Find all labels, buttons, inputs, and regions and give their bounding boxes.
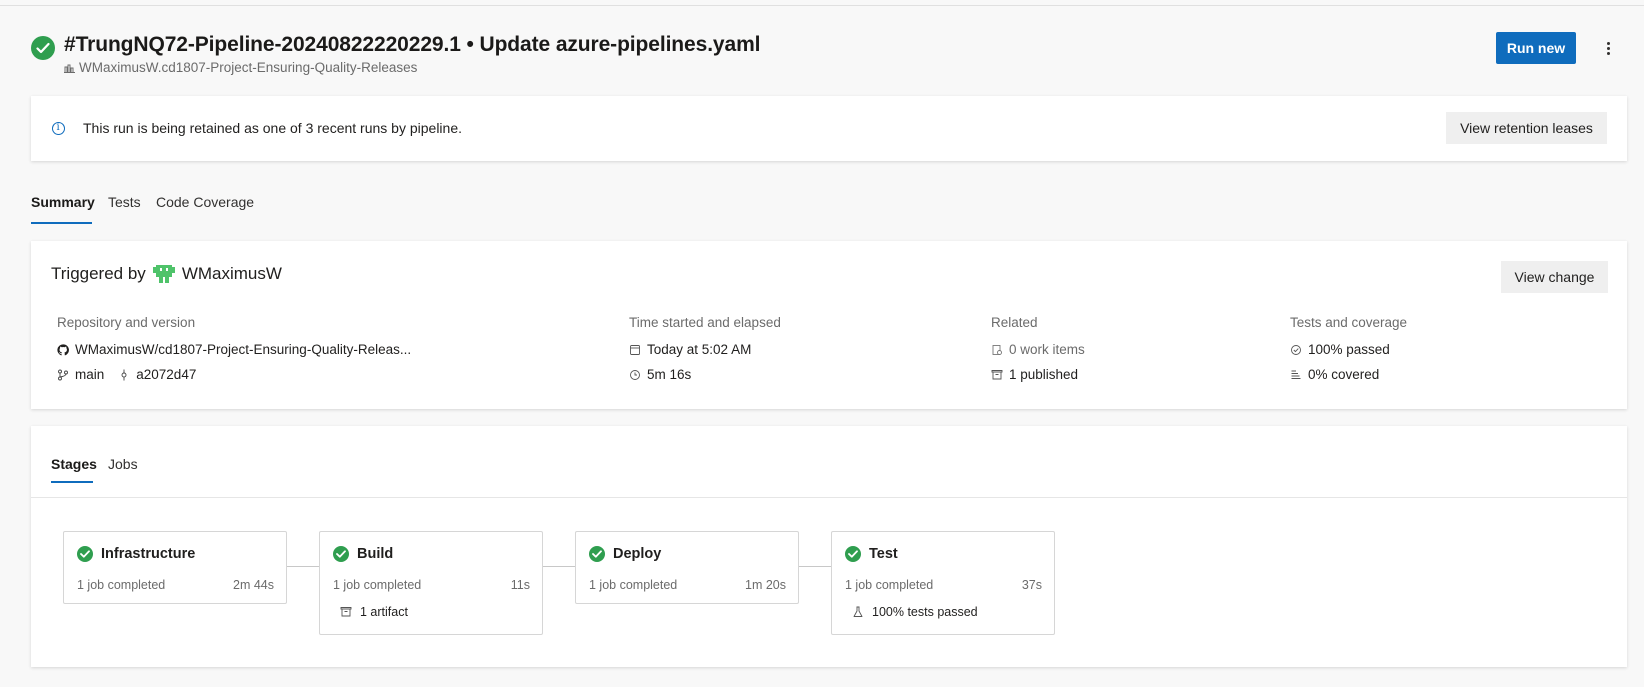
stage-artifacts[interactable]: 1 artifact [340,605,408,619]
stage-name: Build [357,546,394,562]
stages-card: Stages Jobs Infrastructure 1 job complet… [31,426,1627,667]
elapsed-row: 5m 16s [629,362,781,387]
coverage-icon [1291,370,1301,379]
trigger-user[interactable]: WMaximusW [182,264,282,284]
tests-column: Tests and coverage 100% passed 0% covere… [1290,315,1407,387]
tab-summary[interactable]: Summary [31,194,95,210]
repository-link[interactable]: WMaximusW/cd1807-Project-Ensuring-Qualit… [57,337,411,362]
tab-stages[interactable]: Stages [51,456,97,472]
elapsed-time: 5m 16s [647,367,692,382]
commit-icon [121,369,127,380]
stage-infrastructure[interactable]: Infrastructure 1 job completed 2m 44s [63,531,287,604]
top-divider [0,0,1644,6]
work-items: 0 work items [1009,342,1085,357]
info-icon [52,122,65,135]
tab-code-coverage[interactable]: Code Coverage [156,194,254,210]
tests-heading: Tests and coverage [1290,315,1408,330]
commit-id[interactable]: a2072d47 [136,367,196,382]
stage-name: Test [869,546,898,562]
calendar-icon [630,344,640,355]
success-check-icon [77,546,93,562]
tests-passed: 100% passed [1308,342,1390,357]
stage-deploy[interactable]: Deploy 1 job completed 1m 20s [575,531,799,604]
branch-name[interactable]: main [75,367,104,382]
passed-check-icon [1291,344,1301,355]
tests-passed-row[interactable]: 100% passed [1290,337,1407,362]
pipeline-link[interactable]: WMaximusW.cd1807-Project-Ensuring-Qualit… [64,60,417,75]
tab-tests[interactable]: Tests [108,194,141,210]
run-title: #TrungNQ72-Pipeline-20240822220229.1 • U… [64,33,761,56]
triggered-summary-card: Triggered by WMaximusW View change Repos… [31,241,1627,409]
stage-status: 1 job completed [845,578,934,592]
stage-connector [543,566,575,567]
triggered-by: Triggered by WMaximusW [51,263,282,285]
view-retention-leases-button[interactable]: View retention leases [1446,112,1607,144]
branch-icon [58,369,68,380]
retention-message: This run is being retained as one of 3 r… [83,120,463,136]
repository-heading: Repository and version [57,315,196,330]
view-change-button[interactable]: View change [1501,261,1608,293]
coverage-row[interactable]: 0% covered [1290,362,1407,387]
stages-divider [31,497,1627,498]
pipeline-icon [64,64,75,73]
time-column: Time started and elapsed Today at 5:02 A… [629,315,781,387]
artifact-count: 1 artifact [360,605,408,619]
run-header: #TrungNQ72-Pipeline-20240822220229.1 • U… [31,32,1621,78]
stage-duration: 1m 20s [745,578,786,592]
start-time: Today at 5:02 AM [647,342,752,357]
retention-banner: This run is being retained as one of 3 r… [31,96,1627,161]
artifact-icon [340,607,352,617]
stage-duration: 37s [1021,578,1042,592]
success-check-icon [333,546,349,562]
repository-column: Repository and version WMaximusW/cd1807-… [57,315,411,387]
success-check-icon [589,546,605,562]
tab-jobs[interactable]: Jobs [108,456,138,472]
artifact-icon [991,369,1003,379]
repository-name: WMaximusW/cd1807-Project-Ensuring-Qualit… [75,342,412,357]
stage-build[interactable]: Build 1 job completed 11s 1 artifact [319,531,543,635]
stage-connector [287,566,319,567]
stage-duration: 11s [510,578,530,592]
stage-status: 1 job completed [333,578,422,592]
tab-stages-underline [51,481,93,483]
stage-connector [799,566,831,567]
clock-icon [630,369,640,380]
related-column: Related 0 work items 1 published [991,315,1085,387]
tab-summary-underline [31,222,92,224]
success-status-icon [31,36,55,60]
pipeline-name: WMaximusW.cd1807-Project-Ensuring-Qualit… [79,60,418,75]
time-heading: Time started and elapsed [629,315,781,330]
published-row[interactable]: 1 published [991,362,1085,387]
flask-icon [853,606,863,617]
start-time-row: Today at 5:02 AM [629,337,781,362]
published-artifacts: 1 published [1009,367,1079,382]
run-new-button[interactable]: Run new [1496,32,1576,64]
work-items-row[interactable]: 0 work items [991,337,1085,362]
github-icon [57,343,69,355]
tests-passed-summary: 100% tests passed [872,605,978,619]
stage-status: 1 job completed [589,578,678,592]
code-coverage: 0% covered [1308,367,1380,382]
version-row: main a2072d47 [57,362,411,387]
avatar [152,265,175,283]
stage-duration: 2m 44s [233,578,274,592]
stage-name: Deploy [613,546,662,562]
stage-name: Infrastructure [101,546,196,562]
success-check-icon [845,546,861,562]
stage-test[interactable]: Test 1 job completed 37s 100% tests pass… [831,531,1055,635]
triggered-by-label: Triggered by [51,264,146,283]
more-actions-icon[interactable] [1597,36,1619,60]
related-heading: Related [991,315,1038,330]
work-item-icon [992,344,1002,355]
stage-test-results[interactable]: 100% tests passed [852,605,978,619]
stage-status: 1 job completed [77,578,166,592]
